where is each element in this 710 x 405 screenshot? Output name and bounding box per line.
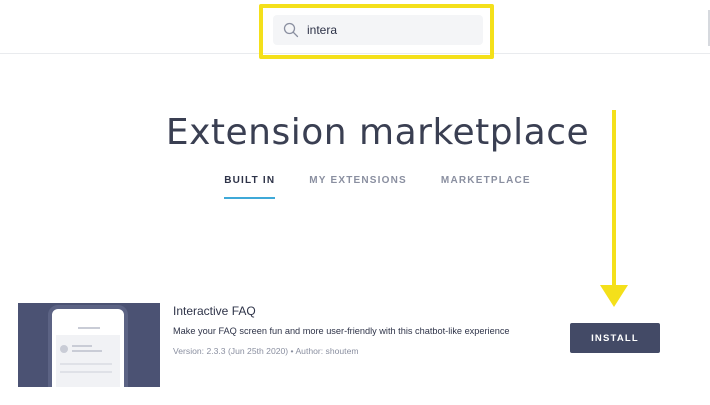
extension-description: Make your FAQ screen fun and more user-f… <box>173 326 510 336</box>
extension-name[interactable]: Interactive FAQ <box>173 304 256 318</box>
search-highlight-annotation <box>259 4 494 59</box>
page-title: Extension marketplace <box>165 112 590 153</box>
install-button[interactable]: INSTALL <box>570 323 660 353</box>
phone-line <box>72 345 92 347</box>
arrow-annotation-line <box>612 110 616 290</box>
phone-screen <box>56 335 120 387</box>
arrow-annotation-head <box>600 285 628 307</box>
tab-bar: BUILT IN MY EXTENSIONS MARKETPLACE <box>0 175 710 199</box>
phone-line <box>60 363 112 365</box>
phone-illustration-icon <box>48 305 128 387</box>
extension-thumbnail[interactable] <box>18 303 160 387</box>
tab-marketplace[interactable]: MARKETPLACE <box>441 175 531 199</box>
tab-my-extensions[interactable]: MY EXTENSIONS <box>309 175 407 199</box>
phone-line <box>60 371 112 373</box>
phone-line <box>72 350 102 352</box>
phone-avatar-dot <box>60 345 68 353</box>
extension-meta: Version: 2.3.3 (Jun 25th 2020) • Author:… <box>173 346 359 356</box>
phone-notch <box>78 327 100 329</box>
tab-built-in[interactable]: BUILT IN <box>224 175 276 199</box>
